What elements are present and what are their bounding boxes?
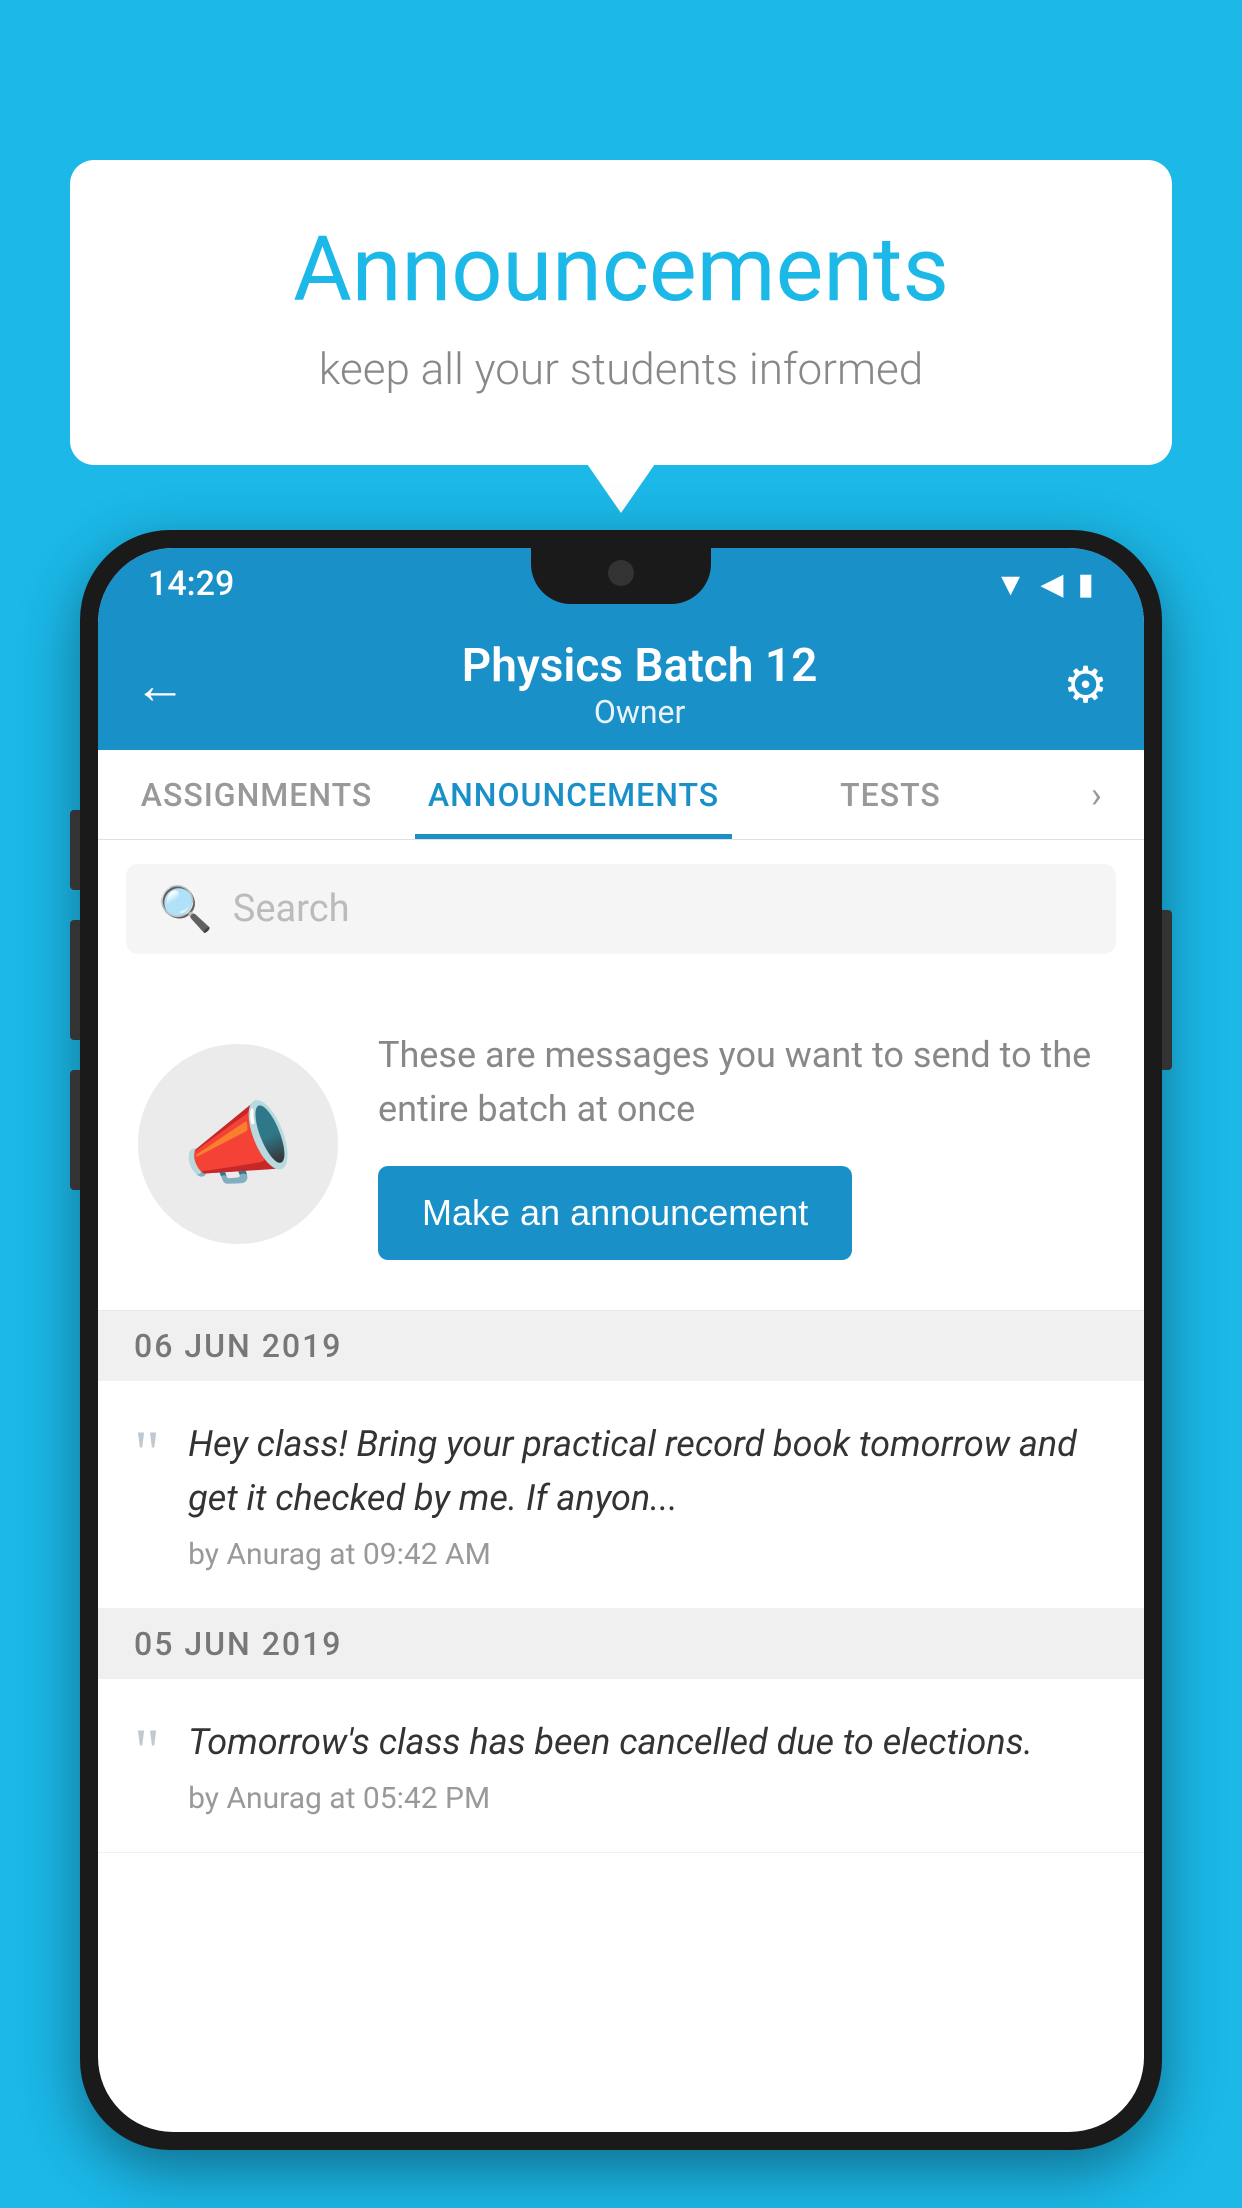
message-item-1: " Hey class! Bring your practical record… [98, 1381, 1144, 1609]
phone-button-volume-up [70, 810, 80, 890]
tab-assignments[interactable]: ASSIGNMENTS [98, 750, 415, 839]
search-placeholder: Search [233, 887, 350, 931]
tab-tests[interactable]: TESTS [732, 750, 1049, 839]
status-time: 14:29 [148, 564, 234, 604]
wifi-icon: ▼ [995, 565, 1027, 603]
phone-container: 14:29 ▼ ◀ ▮ ← Physics Batch 12 Owner ⚙ [80, 530, 1162, 2208]
phone-button-power [1162, 910, 1172, 1070]
search-container: 🔍 Search [98, 840, 1144, 978]
app-bar-title-container: Physics Batch 12 Owner [216, 639, 1063, 731]
battery-icon: ▮ [1077, 567, 1094, 602]
phone-button-volume-down [70, 920, 80, 1040]
phone-camera [608, 560, 634, 586]
search-icon: 🔍 [158, 883, 213, 935]
message-content-1: Hey class! Bring your practical record b… [188, 1417, 1108, 1572]
message-meta-1: by Anurag at 09:42 AM [188, 1537, 1108, 1572]
app-bar: ← Physics Batch 12 Owner ⚙ [98, 620, 1144, 750]
date-separator-2: 05 JUN 2019 [98, 1609, 1144, 1679]
back-button[interactable]: ← [134, 655, 186, 716]
megaphone-icon: 📣 [182, 1092, 294, 1197]
phone-button-extra [70, 1070, 80, 1190]
tab-announcements[interactable]: ANNOUNCEMENTS [415, 750, 732, 839]
tabs-container: ASSIGNMENTS ANNOUNCEMENTS TESTS › [98, 750, 1144, 840]
search-bar[interactable]: 🔍 Search [126, 864, 1116, 954]
speech-bubble-card: Announcements keep all your students inf… [70, 160, 1172, 465]
message-meta-2: by Anurag at 05:42 PM [188, 1781, 1108, 1816]
phone-screen: 14:29 ▼ ◀ ▮ ← Physics Batch 12 Owner ⚙ [98, 548, 1144, 2132]
promo-content: These are messages you want to send to t… [378, 1028, 1104, 1260]
announcement-promo: 📣 These are messages you want to send to… [98, 978, 1144, 1311]
app-bar-subtitle: Owner [216, 693, 1063, 731]
date-separator-1: 06 JUN 2019 [98, 1311, 1144, 1381]
settings-icon[interactable]: ⚙ [1063, 656, 1108, 715]
promo-icon-circle: 📣 [138, 1044, 338, 1244]
make-announcement-button[interactable]: Make an announcement [378, 1166, 852, 1260]
speech-bubble-section: Announcements keep all your students inf… [70, 160, 1172, 465]
bubble-subtitle: keep all your students informed [150, 343, 1092, 395]
app-bar-title: Physics Batch 12 [216, 639, 1063, 693]
bubble-title: Announcements [150, 220, 1092, 319]
tab-more[interactable]: › [1049, 750, 1144, 839]
signal-icon: ◀ [1040, 567, 1063, 602]
status-icons: ▼ ◀ ▮ [995, 565, 1094, 603]
message-item-2: " Tomorrow's class has been cancelled du… [98, 1679, 1144, 1853]
quote-icon-1: " [134, 1421, 160, 1485]
quote-icon-2: " [134, 1719, 160, 1783]
phone-frame: 14:29 ▼ ◀ ▮ ← Physics Batch 12 Owner ⚙ [80, 530, 1162, 2150]
message-content-2: Tomorrow's class has been cancelled due … [188, 1715, 1108, 1816]
message-text-2: Tomorrow's class has been cancelled due … [188, 1715, 1108, 1769]
promo-description: These are messages you want to send to t… [378, 1028, 1104, 1136]
message-text-1: Hey class! Bring your practical record b… [188, 1417, 1108, 1525]
